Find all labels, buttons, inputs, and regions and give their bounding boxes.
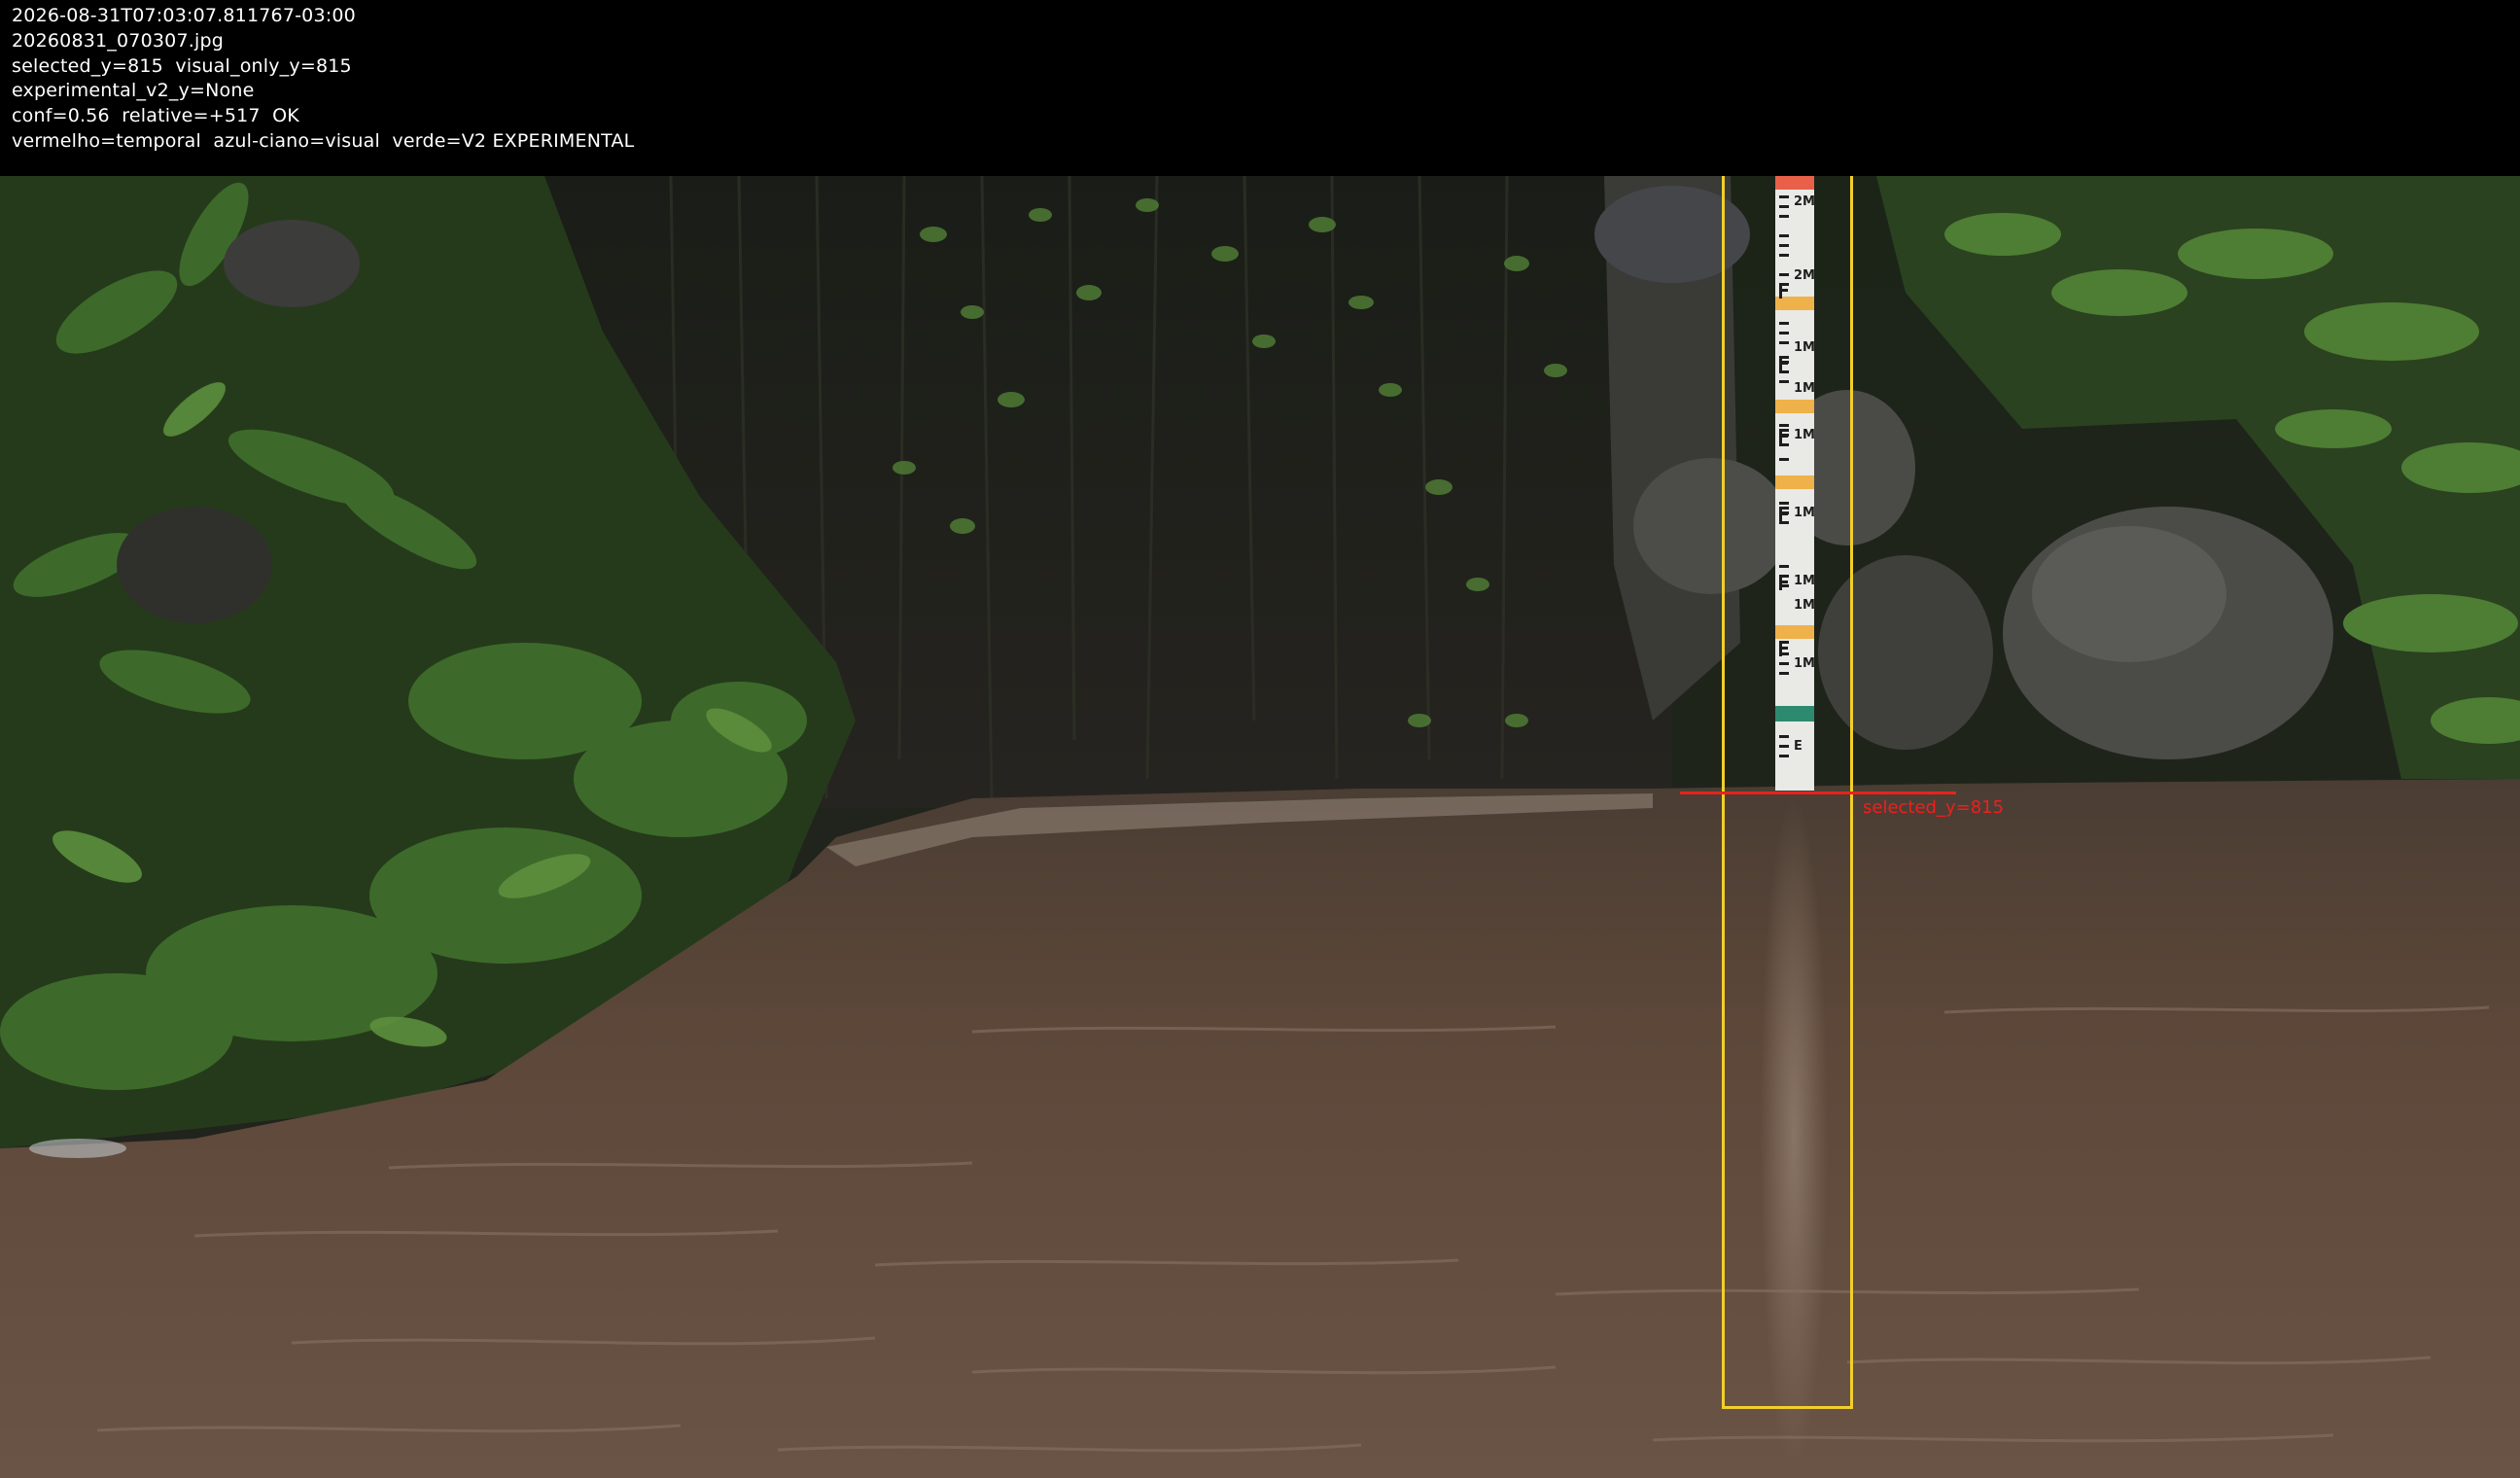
- confidence-line: conf=0.56 relative=+517 OK: [12, 105, 299, 127]
- legend-line: vermelho=temporal azul-ciano=visual verd…: [12, 129, 635, 152]
- info-lines: 2026-08-31T07:03:07.811767-03:00 2026083…: [12, 4, 634, 155]
- selected-y-label: selected_y=815: [1863, 797, 2005, 818]
- left-rock-shadow: [117, 507, 272, 623]
- camera-frame: 2026-08-31T07:03:07.811767-03:00 2026083…: [0, 0, 2520, 1478]
- timestamp-line: 2026-08-31T07:03:07.811767-03:00: [12, 5, 356, 26]
- filename-line: 20260831_070307.jpg: [12, 29, 224, 52]
- experimental-line: experimental_v2_y=None: [12, 80, 255, 102]
- floating-debris: [29, 1139, 126, 1158]
- river-scene-svg: 2M 2M 1M 1M 1M 1M 1M 1M 1M E: [0, 176, 2520, 1478]
- selected-waterline: [1680, 792, 1956, 794]
- info-overlay-header: 2026-08-31T07:03:07.811767-03:00 2026083…: [0, 0, 2520, 176]
- left-rock: [224, 220, 360, 307]
- selected-y-line: selected_y=815 visual_only_y=815: [12, 54, 352, 77]
- right-boulder-highlight: [2032, 526, 2226, 662]
- river-scene-image: 2M 2M 1M 1M 1M 1M 1M 1M 1M E: [0, 176, 2520, 1478]
